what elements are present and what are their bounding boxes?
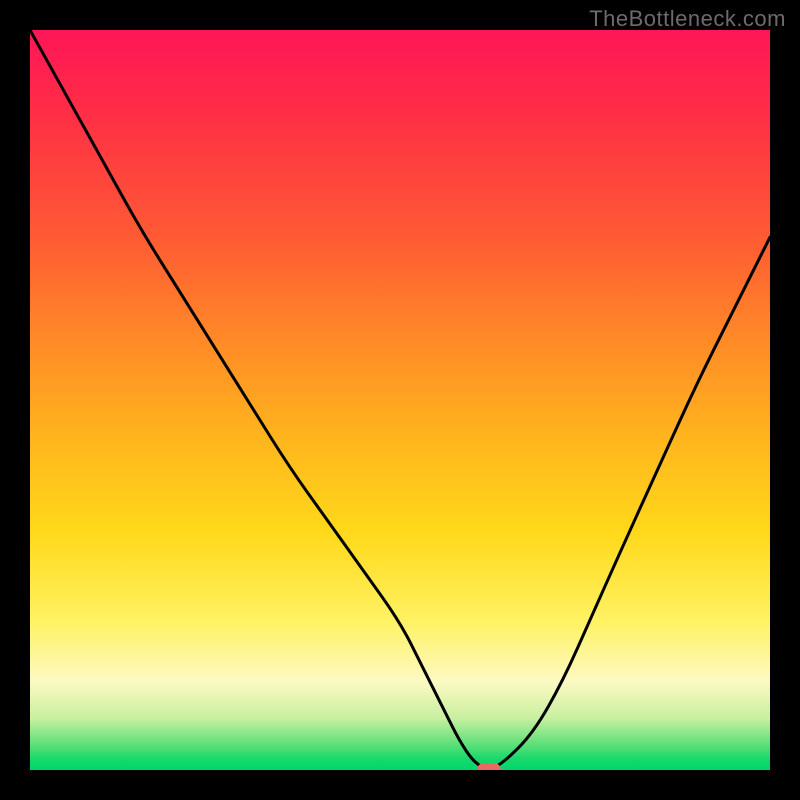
watermark-text: TheBottleneck.com	[589, 6, 786, 32]
curve-path	[30, 30, 770, 768]
bottleneck-curve	[30, 30, 770, 770]
chart-frame: TheBottleneck.com	[0, 0, 800, 800]
optimum-point-marker	[477, 763, 501, 770]
plot-area	[30, 30, 770, 770]
